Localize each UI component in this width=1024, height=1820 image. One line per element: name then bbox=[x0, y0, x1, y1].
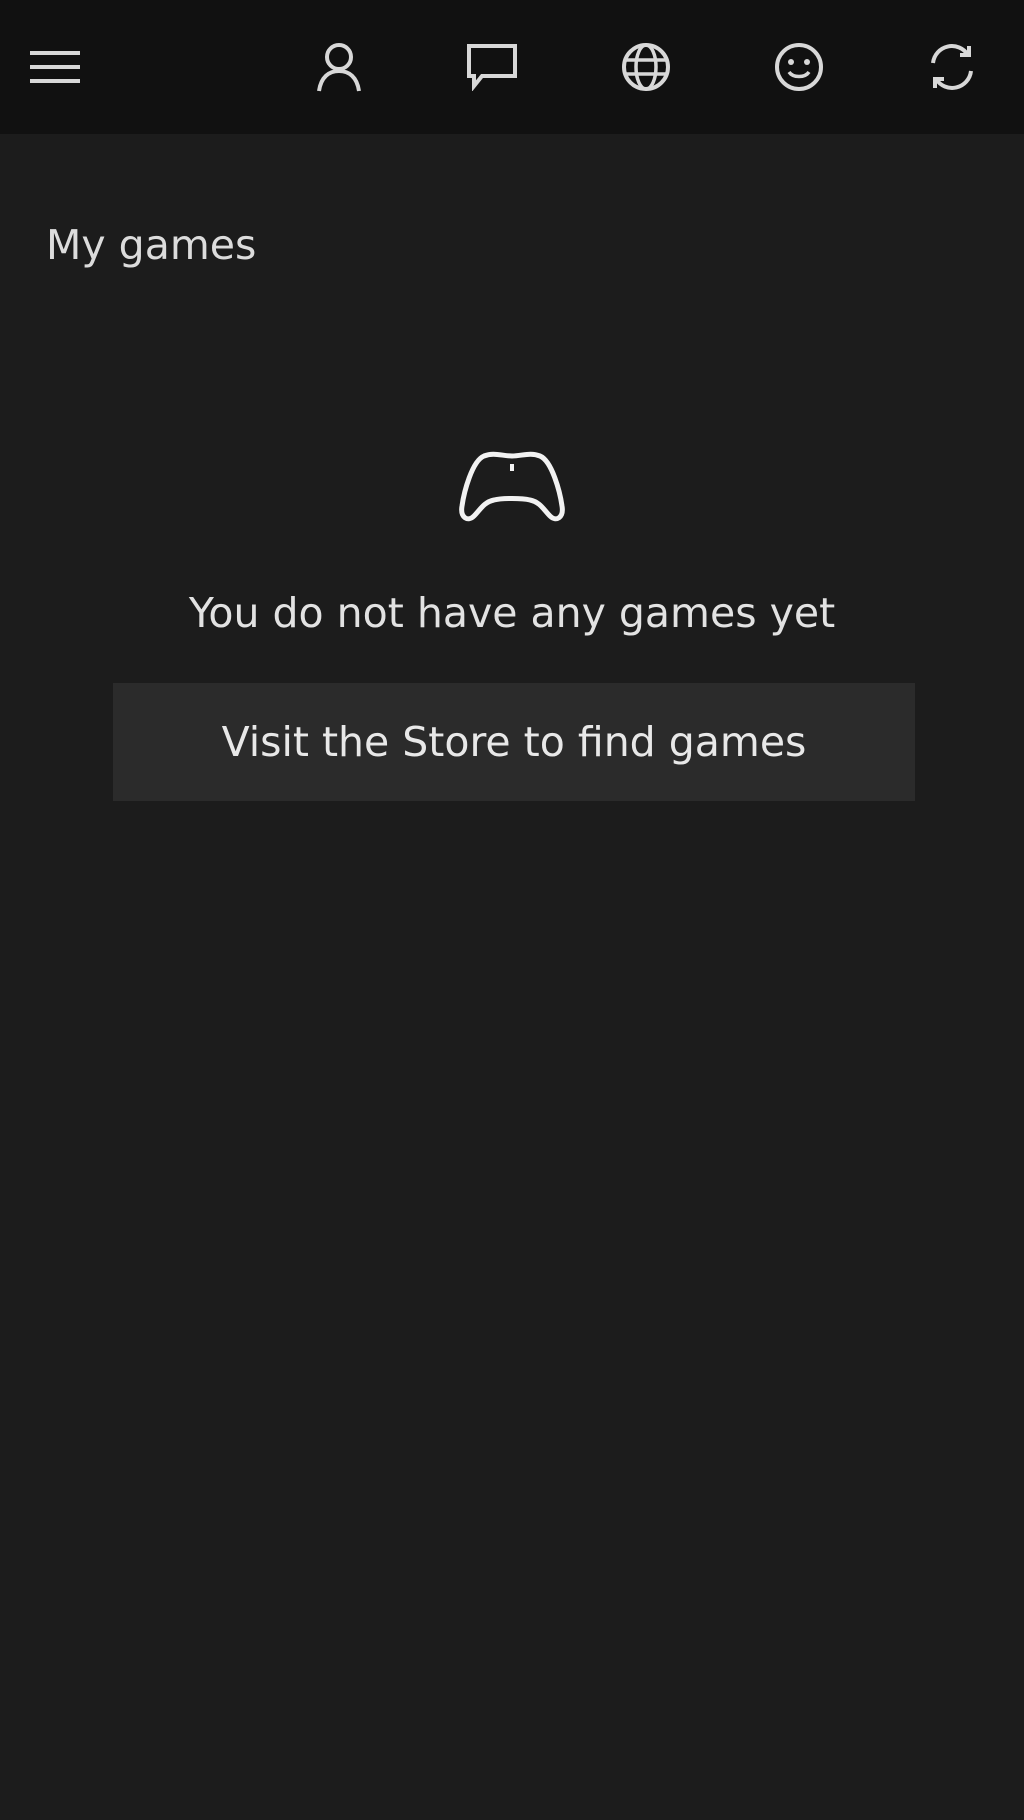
friends-button[interactable] bbox=[759, 27, 839, 107]
smiley-icon bbox=[775, 43, 823, 91]
sync-button[interactable] bbox=[912, 27, 992, 107]
sync-icon bbox=[931, 44, 973, 90]
app-window: My games You do not have any games yet V… bbox=[0, 0, 1024, 1820]
hamburger-menu-icon bbox=[30, 51, 80, 83]
chat-bubble-icon bbox=[467, 44, 517, 91]
person-icon bbox=[317, 43, 361, 92]
empty-state-message: You do not have any games yet bbox=[188, 589, 836, 637]
game-controller-icon bbox=[459, 451, 565, 522]
profile-button[interactable] bbox=[299, 27, 379, 107]
messages-button[interactable] bbox=[452, 27, 532, 107]
top-navigation-bar bbox=[0, 0, 1024, 134]
globe-icon bbox=[622, 43, 670, 91]
menu-button[interactable] bbox=[16, 27, 96, 107]
visit-store-button[interactable]: Visit the Store to find games bbox=[113, 683, 915, 801]
empty-state-icon-wrapper bbox=[456, 444, 568, 524]
community-button[interactable] bbox=[606, 27, 686, 107]
page-title: My games bbox=[46, 221, 257, 269]
